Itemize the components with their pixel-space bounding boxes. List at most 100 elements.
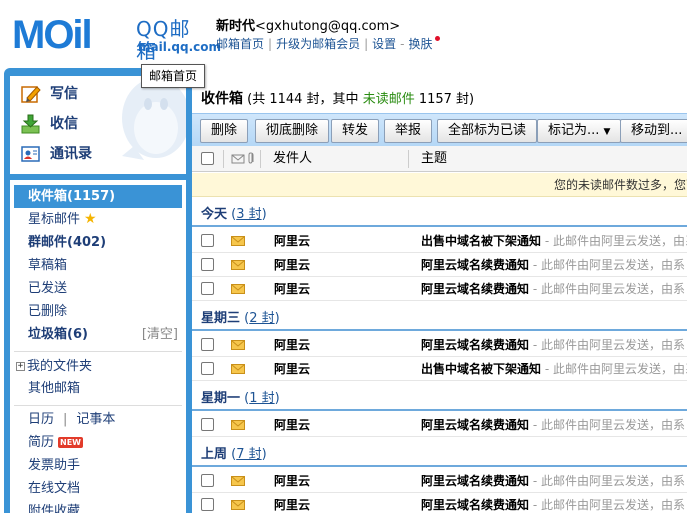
folder-inbox[interactable]: 收件箱(1157) [14,185,182,208]
mail-row[interactable]: 阿里云 阿里云域名续费通知 - 此邮件由阿里云发送，由系 [192,493,687,513]
row-checkbox[interactable] [201,418,214,431]
folder-sent[interactable]: 已发送 [14,277,182,300]
date-group-count-link[interactable]: 3 封 [236,207,261,222]
unread-envelope-icon [231,236,245,246]
mail-row[interactable]: 阿里云 阿里云域名续费通知 - 此邮件由阿里云发送，由系 [192,413,687,437]
app-invoice-helper[interactable]: 发票助手 [14,454,182,477]
mail-preview: - 此邮件由阿里云发送，由系 [529,258,685,272]
subject-column-header[interactable]: 主题 [421,146,447,172]
mail-row[interactable]: 阿里云 阿里云域名续费通知 - 此邮件由阿里云发送，由系 [192,253,687,277]
compose-button[interactable]: 写信 [20,82,78,106]
row-checkbox[interactable] [201,258,214,271]
contacts-button[interactable]: 通讯录 [20,142,92,166]
folder-spam-label: 垃圾箱(6) [28,327,88,342]
folder-drafts[interactable]: 草稿箱 [14,254,182,277]
permanent-delete-button[interactable]: 彻底删除 [255,119,330,143]
notification-dot [434,36,440,41]
unread-mail-link[interactable]: 未读邮件 [363,92,415,107]
date-group-count-close: ) [261,447,267,462]
delete-button[interactable]: 删除 [200,119,249,143]
read-status-column-icon [231,154,245,164]
row-checkbox[interactable] [201,338,214,351]
mail-subject-title: 出售中域名被下架通知 [421,234,542,248]
chevron-down-icon: ▼ [603,127,611,137]
unread-envelope-icon [231,340,245,350]
link-separator: | [63,412,68,427]
select-all-checkbox[interactable] [201,152,214,165]
column-divider [260,150,261,168]
date-group-header: 上周 (7 封) [192,443,687,467]
mail-subject-title: 阿里云域名续费通知 [421,338,530,352]
link-settings[interactable]: 设置 [372,37,396,51]
date-group-count-close: ) [261,207,267,222]
mail-row[interactable]: 阿里云 出售中域名被下架通知 - 此邮件由阿里云发送，由系 [192,229,687,253]
checkbox-box [201,152,214,165]
unread-notice-text: 您的未读邮件数过多，您可 [554,178,687,192]
mail-subject-title: 阿里云域名续费通知 [421,498,530,512]
date-group-count-link[interactable]: 2 封 [249,311,274,326]
row-checkbox[interactable] [201,362,214,375]
link-change-skin[interactable]: 换肤 [408,37,432,51]
date-group-count[interactable]: (2 封) [240,311,280,326]
mail-sender: 阿里云 [274,474,311,488]
report-spam-button[interactable]: 举报 [384,119,433,143]
top-links: 邮箱首页 | 升级为邮箱会员 | 设置 - 换肤 [216,35,440,52]
mail-row[interactable]: 阿里云 阿里云域名续费通知 - 此邮件由阿里云发送，由系 [192,469,687,493]
logo-domain-text: mail.qq.com [138,40,221,54]
mail-subject: 阿里云域名续费通知 - 此邮件由阿里云发送，由系 [421,253,685,276]
folder-starred[interactable]: 星标邮件 ★ [14,208,182,231]
inbox-title: 收件箱 (共 1144 封，其中 未读邮件 1157 封) [201,88,474,108]
folder-spam[interactable]: 垃圾箱(6) [清空] [14,323,182,346]
app-resume[interactable]: 简历 NEW [14,431,182,454]
mail-subject: 阿里云域名续费通知 - 此邮件由阿里云发送，由系 [421,413,685,436]
date-group-count-close: ) [274,391,280,406]
user-identity: 新时代<gxhutong@qq.com> [216,15,400,34]
folder-other-mailboxes[interactable]: 其他邮箱 [14,377,182,400]
quick-actions-panel: 写信 收信 通讯录 [10,76,186,174]
move-to-dropdown[interactable]: 移动到... [620,119,687,143]
folder-starred-label: 星标邮件 [28,212,81,227]
date-group-count-link[interactable]: 7 封 [236,447,261,462]
receive-mail-button[interactable]: 收信 [20,112,78,136]
row-checkbox[interactable] [201,498,214,511]
date-group-count[interactable]: (1 封) [240,391,280,406]
forward-button[interactable]: 转发 [331,119,380,143]
expand-plus-icon[interactable]: + [16,362,25,371]
app-online-docs[interactable]: 在线文档 [14,477,182,500]
folder-group-mail[interactable]: 群邮件(402) [14,231,182,254]
folder-deleted[interactable]: 已删除 [14,300,182,323]
row-checkbox[interactable] [201,234,214,247]
app-attachment-favorites[interactable]: 附件收藏 [14,500,182,513]
divider [14,405,182,406]
mail-row[interactable]: 阿里云 阿里云域名续费通知 - 此邮件由阿里云发送，由系 [192,277,687,301]
qqmail-logo[interactable]: MOil QQ邮箱 mail.qq.com [12,14,221,62]
folder-list: 收件箱(1157) 星标邮件 ★ 群邮件(402) 草稿箱 已发送 已删除 垃圾箱… [10,180,186,513]
date-group-count-link[interactable]: 1 封 [249,391,274,406]
mail-subject: 阿里云域名续费通知 - 此邮件由阿里云发送，由系 [421,469,685,492]
mail-row[interactable]: 阿里云 阿里云域名续费通知 - 此邮件由阿里云发送，由系 [192,333,687,357]
clear-spam-link[interactable]: [清空] [142,323,178,346]
link-upgrade-vip[interactable]: 升级为邮箱会员 [276,37,360,51]
date-group-count-open: ( [227,447,237,462]
mail-preview: - 此邮件由阿里云发送，由系 [541,234,687,248]
sender-column-header[interactable]: 发件人 [273,146,312,172]
calendar-link[interactable]: 日历 [28,412,54,427]
date-group-count[interactable]: (7 封) [227,447,267,462]
mark-as-dropdown[interactable]: 标记为... ▼ [537,119,622,143]
compose-icon [21,86,41,103]
mail-row[interactable]: 阿里云 出售中域名被下架通知 - 此邮件由阿里云发送，由系 [192,357,687,381]
mail-subject-title: 阿里云域名续费通知 [421,418,530,432]
row-checkbox[interactable] [201,474,214,487]
unread-envelope-icon [231,500,245,510]
resume-label: 简历 [28,435,55,450]
date-group-count[interactable]: (3 封) [227,207,267,222]
date-group-count-open: ( [240,311,250,326]
unread-notice-bar: 您的未读邮件数过多，您可 [192,173,687,197]
mark-all-read-button[interactable]: 全部标为已读 [437,119,538,143]
mail-sender: 阿里云 [274,338,311,352]
notepad-link[interactable]: 记事本 [76,412,115,427]
link-mail-home[interactable]: 邮箱首页 [216,37,264,51]
folder-my-folders[interactable]: + 我的文件夹 [14,355,182,378]
mark-as-label: 标记为... [548,123,600,138]
row-checkbox[interactable] [201,282,214,295]
